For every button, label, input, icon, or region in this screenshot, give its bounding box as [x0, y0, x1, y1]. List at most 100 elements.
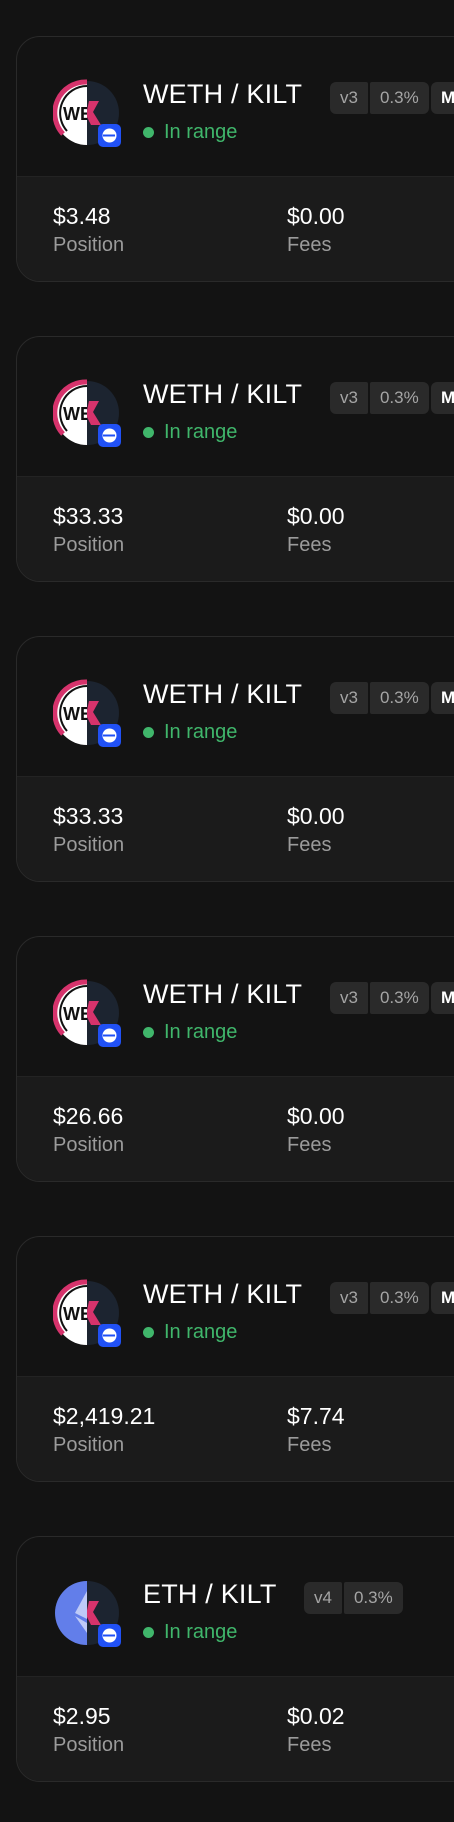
- range-status: In range: [143, 1621, 237, 1644]
- position-metric: $2.95 Position: [53, 1703, 124, 1757]
- pair-name: WETH / KILT: [143, 79, 303, 109]
- position-value: $2.95: [53, 1703, 111, 1729]
- position-metric: $26.66 Position: [53, 1103, 124, 1157]
- range-status-label: In range: [164, 421, 238, 443]
- pool-badges: v3 0.3%: [330, 82, 429, 114]
- position-value: $33.33: [53, 803, 124, 829]
- position-card[interactable]: ETH / KILT v4 0.3% In range $2.95 Position $0.…: [16, 1536, 454, 1782]
- token-pair-logo-icon: WE: [53, 979, 121, 1047]
- position-metric: $33.33 Position: [53, 503, 124, 557]
- position-card-stats: $33.33 Position $0.00 Fees: [17, 776, 454, 881]
- pool-badges: v3 0.3%: [330, 982, 429, 1014]
- version-badge: v3: [330, 1282, 368, 1314]
- position-value: $2,419.21: [53, 1403, 156, 1429]
- fees-value: $0.00: [287, 803, 345, 829]
- position-card-header: WE WETH / KILT v3 0.3% M In range: [17, 937, 454, 1076]
- position-label: Position: [53, 1134, 125, 1156]
- position-metric: $3.48 Position: [53, 203, 124, 257]
- position-value: $26.66: [53, 1103, 124, 1129]
- extra-badge: M: [431, 1282, 454, 1314]
- position-card-stats: $3.48 Position $0.00 Fees: [17, 176, 454, 281]
- fees-label: Fees: [287, 234, 332, 256]
- fees-metric: $7.74 Fees: [287, 1403, 345, 1457]
- position-card[interactable]: WE WETH / KILT v3 0.3% M In range $33.33 Positi…: [16, 636, 454, 882]
- range-status: In range: [143, 121, 237, 144]
- fees-label: Fees: [287, 1434, 332, 1456]
- position-card[interactable]: WE WETH / KILT v3 0.3% M In range $3.48 Positio…: [16, 36, 454, 282]
- positions-list: WE WETH / KILT v3 0.3% M In range $3.48 Positio…: [0, 0, 454, 1822]
- in-range-dot-icon: [143, 727, 154, 738]
- fees-value: $0.00: [287, 203, 345, 229]
- in-range-dot-icon: [143, 427, 154, 438]
- position-metric: $2,419.21 Position: [53, 1403, 155, 1457]
- fees-label: Fees: [287, 534, 332, 556]
- fee-tier-badge: 0.3%: [369, 82, 429, 114]
- range-status: In range: [143, 1321, 237, 1344]
- token-pair-logo-icon: WE: [53, 679, 121, 747]
- position-card-stats: $2.95 Position $0.02 Fees: [17, 1676, 454, 1781]
- pair-name: WETH / KILT: [143, 979, 303, 1009]
- version-badge: v3: [330, 982, 368, 1014]
- range-status-label: In range: [164, 1021, 238, 1043]
- pair-name: ETH / KILT: [143, 1579, 277, 1609]
- in-range-dot-icon: [143, 1627, 154, 1638]
- token-pair-logo-icon: WE: [53, 1279, 121, 1347]
- token-pair-logo-icon: WE: [53, 379, 121, 447]
- position-value: $3.48: [53, 203, 111, 229]
- fees-value: $0.00: [287, 503, 345, 529]
- position-label: Position: [53, 234, 125, 256]
- range-status-label: In range: [164, 121, 238, 143]
- pair-name: WETH / KILT: [143, 1279, 303, 1309]
- fee-tier-badge: 0.3%: [343, 1582, 403, 1614]
- fee-tier-badge: 0.3%: [369, 682, 429, 714]
- fees-value: $0.00: [287, 1103, 345, 1129]
- position-card[interactable]: WE WETH / KILT v3 0.3% M In range $26.66 Positi…: [16, 936, 454, 1182]
- fee-tier-badge: 0.3%: [369, 982, 429, 1014]
- position-card-header: WE WETH / KILT v3 0.3% M In range: [17, 337, 454, 476]
- position-label: Position: [53, 1734, 125, 1756]
- token-pair-logo-icon: WE: [53, 79, 121, 147]
- pair-name: WETH / KILT: [143, 379, 303, 409]
- position-label: Position: [53, 534, 125, 556]
- pool-badges: v4 0.3%: [304, 1582, 403, 1614]
- fees-label: Fees: [287, 834, 332, 856]
- fees-value: $7.74: [287, 1403, 345, 1429]
- position-card-header: WE WETH / KILT v3 0.3% M In range: [17, 37, 454, 176]
- extra-badge: M: [431, 682, 454, 714]
- position-value: $33.33: [53, 503, 124, 529]
- pool-badges: v3 0.3%: [330, 382, 429, 414]
- position-card-stats: $33.33 Position $0.00 Fees: [17, 476, 454, 581]
- range-status: In range: [143, 721, 237, 744]
- fees-metric: $0.00 Fees: [287, 1103, 345, 1157]
- position-card-header: ETH / KILT v4 0.3% In range: [17, 1537, 454, 1676]
- position-card[interactable]: WE WETH / KILT v3 0.3% M In range $2,419.21 Pos…: [16, 1236, 454, 1482]
- position-card[interactable]: WE WETH / KILT v3 0.3% M In range $33.33 Positi…: [16, 336, 454, 582]
- version-badge: v3: [330, 682, 368, 714]
- position-label: Position: [53, 834, 125, 856]
- fees-metric: $0.00 Fees: [287, 803, 345, 857]
- fees-label: Fees: [287, 1134, 332, 1156]
- version-badge: v4: [304, 1582, 342, 1614]
- fee-tier-badge: 0.3%: [369, 382, 429, 414]
- extra-badge: M: [431, 382, 454, 414]
- pool-badges: v3 0.3%: [330, 682, 429, 714]
- position-card-stats: $26.66 Position $0.00 Fees: [17, 1076, 454, 1181]
- fees-metric: $0.00 Fees: [287, 203, 345, 257]
- version-badge: v3: [330, 82, 368, 114]
- range-status: In range: [143, 1021, 237, 1044]
- position-card-header: WE WETH / KILT v3 0.3% M In range: [17, 1237, 454, 1376]
- fees-label: Fees: [287, 1734, 332, 1756]
- fees-metric: $0.00 Fees: [287, 503, 345, 557]
- fees-value: $0.02: [287, 1703, 345, 1729]
- position-label: Position: [53, 1434, 125, 1456]
- range-status-label: In range: [164, 1621, 238, 1643]
- in-range-dot-icon: [143, 1027, 154, 1038]
- extra-badge: M: [431, 82, 454, 114]
- pool-badges: v3 0.3%: [330, 1282, 429, 1314]
- token-pair-logo-icon: [53, 1579, 121, 1647]
- position-card-stats: $2,419.21 Position $7.74 Fees: [17, 1376, 454, 1481]
- range-status: In range: [143, 421, 237, 444]
- version-badge: v3: [330, 382, 368, 414]
- position-card-header: WE WETH / KILT v3 0.3% M In range: [17, 637, 454, 776]
- extra-badge: M: [431, 982, 454, 1014]
